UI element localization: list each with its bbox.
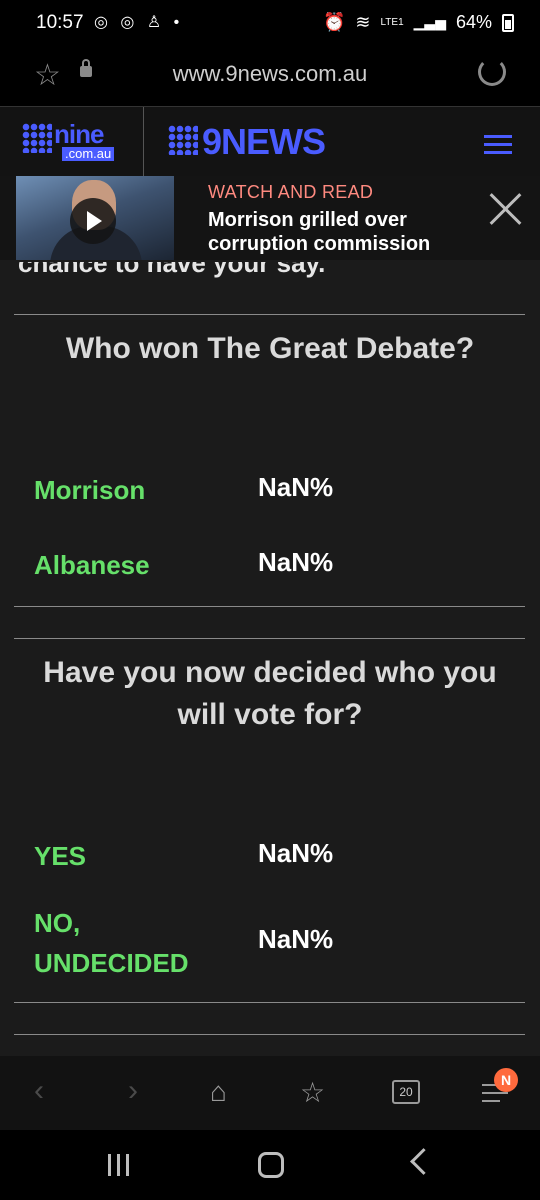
header-divider [143,107,144,177]
reload-icon[interactable] [478,58,506,86]
divider [14,606,525,607]
battery-icon [502,13,514,32]
nine-logo[interactable]: nine .com.au [22,119,122,165]
divider [14,314,525,315]
poll-option[interactable]: YES [34,836,86,876]
system-nav-bar [0,1130,540,1200]
recent-apps-icon[interactable] [108,1154,132,1176]
notification-icons: ◎ ◎ ♙ • [94,14,184,31]
tabs-button[interactable]: 20 [392,1080,420,1104]
poll-option[interactable]: Albanese [34,545,150,585]
banner-title[interactable]: Morrison grilled over corruption commiss… [208,208,478,256]
poll-question: Who won The Great Debate? [65,332,475,365]
site-header: nine .com.au 9NEWS [0,106,540,177]
notification-badge: N [494,1068,518,1092]
hamburger-menu-icon[interactable] [484,135,512,155]
status-time: 10:57 [36,12,84,33]
divider [14,1002,525,1003]
poll-percent: NaN% [258,547,334,577]
divider [14,638,525,639]
banner-kicker: WATCH AND READ [208,182,374,202]
home-button-icon[interactable] [258,1152,284,1178]
wifi-icon: ≋ [355,12,371,32]
home-icon[interactable]: ⌂ [210,1076,227,1108]
poll-option[interactable]: NO, UNDECIDED [34,903,234,983]
forward-icon[interactable]: › [128,1074,138,1108]
url-text[interactable]: www.9news.com.au [0,61,540,87]
play-icon[interactable] [70,198,116,244]
poll-option[interactable]: Morrison [34,470,145,510]
system-back-icon[interactable] [410,1148,437,1175]
poll-percent: NaN% [258,472,334,502]
status-bar: 10:57 ◎ ◎ ♙ • ⏰ ≋ LTE1 ▁▃▅ 64% [0,0,540,44]
poll-question: Have you now decided who you will vote f… [43,656,497,731]
alarm-icon: ⏰ [322,12,346,32]
network-label: LTE1 [380,16,404,28]
close-icon[interactable] [488,190,524,226]
back-icon[interactable]: ‹ [34,1074,44,1108]
poll-percent: NaN% [258,838,334,868]
divider [14,1034,525,1035]
browser-bottom-nav: ‹ › ⌂ ☆ 20 N [0,1056,540,1130]
status-right: ⏰ ≋ LTE1 ▁▃▅ 64% [323,12,514,33]
watch-and-read-banner[interactable]: WATCH AND READ Morrison grilled over cor… [0,176,540,260]
signal-icon: ▁▃▅ [413,14,446,30]
poll-percent: NaN% [258,924,334,954]
nine-dots-icon [22,123,52,153]
url-bar: ☆ www.9news.com.au [0,44,540,106]
bookmarks-icon[interactable]: ☆ [300,1076,325,1109]
battery-percent: 64% [455,12,492,32]
news-dots-icon [168,125,198,155]
